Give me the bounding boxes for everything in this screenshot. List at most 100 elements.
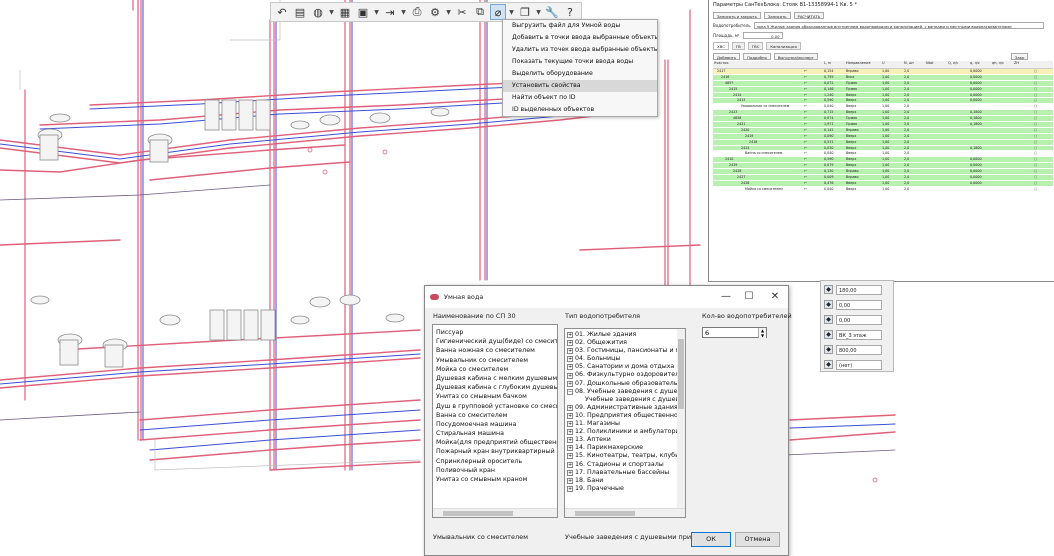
tab-hvs[interactable]: ХВС xyxy=(713,42,729,50)
expand-icon[interactable]: + xyxy=(567,469,573,476)
column-header[interactable] xyxy=(803,61,823,68)
column-header[interactable]: Направление xyxy=(845,61,881,68)
list-item[interactable]: Стиральная машина xyxy=(436,429,557,438)
property-value[interactable]: 0,00 xyxy=(836,299,882,310)
menu-item[interactable]: Удалить из точек ввода выбранные объекты xyxy=(503,44,657,56)
list-item[interactable]: Мойка(для предприятий общественного пита… xyxy=(436,438,557,447)
column-header[interactable]: Q, л/с xyxy=(947,61,969,68)
save-button[interactable]: Записать xyxy=(763,11,791,19)
column-header[interactable]: qh, л/с xyxy=(991,61,1013,68)
tree-item[interactable]: +16. Стадионы и спортзалы xyxy=(567,461,685,469)
list-item[interactable]: Писсуар xyxy=(436,328,557,337)
menu-item[interactable]: ID выделенных объектов xyxy=(503,104,657,116)
tree-item[interactable]: +17. Плавательные бассейны xyxy=(567,469,685,477)
row-checkbox[interactable]: ▢ xyxy=(1033,116,1051,121)
column-header[interactable]: ZH xyxy=(1013,61,1033,68)
property-value[interactable]: 180,00 xyxy=(836,284,882,295)
collapse-icon[interactable]: − xyxy=(567,388,573,395)
wrench-icon[interactable]: 🔧 xyxy=(544,4,560,20)
export-icon[interactable]: ⇥ xyxy=(382,4,398,20)
list-item[interactable]: Душевая кабина с глубоким душевым поддон… xyxy=(436,383,557,392)
tree-item[interactable]: +09. Административные здания xyxy=(567,404,685,412)
ok-button[interactable]: ОК xyxy=(691,532,731,547)
row-checkbox[interactable]: ▢ xyxy=(1033,93,1051,98)
row-checkbox[interactable]: ▢ xyxy=(1033,110,1051,115)
smart-water-dropdown-icon[interactable]: ▼ xyxy=(508,9,515,16)
expand-icon[interactable]: + xyxy=(567,340,573,347)
list-item[interactable]: Унитаз со смывным бачком xyxy=(436,392,557,401)
tree-item[interactable]: Учебные заведения с душевыми xyxy=(567,396,685,404)
row-checkbox[interactable]: ▢ xyxy=(1033,122,1051,127)
menu-item[interactable]: Выгрузить файл для Умной воды xyxy=(503,20,657,32)
tab-gv[interactable]: ГВ xyxy=(731,42,745,50)
globe-icon[interactable]: ◍ xyxy=(310,4,326,20)
window-dropdown-icon[interactable]: ▼ xyxy=(535,9,542,16)
tree-item[interactable]: +06. Физкультурно оздоровительные учрежд… xyxy=(567,371,685,379)
types-hscroll-thumb[interactable] xyxy=(575,511,635,516)
count-stepper[interactable]: 6 ▲ ▼ xyxy=(702,327,767,338)
list-item[interactable]: Спринклерный ороситель xyxy=(436,457,557,466)
area-field[interactable]: 0,00 xyxy=(742,31,783,39)
expand-icon[interactable]: + xyxy=(567,412,573,419)
save-icon[interactable]: ▣ xyxy=(355,4,371,20)
consumer-field[interactable]: зона 5 Жилые здания оборудованные внутре… xyxy=(753,21,1044,29)
tree-item[interactable]: +01. Жилые здания xyxy=(567,331,685,339)
list-item[interactable]: Унитаз со смывным краном xyxy=(436,475,557,484)
expand-icon[interactable]: + xyxy=(567,332,573,339)
list-item[interactable]: Пожарный кран внутриквартирный xyxy=(436,447,557,456)
property-value[interactable]: 800,00 xyxy=(836,344,882,355)
undo-icon[interactable]: ↶ xyxy=(274,4,290,20)
save-close-button[interactable]: Записать и закрыть xyxy=(713,11,761,19)
menu-item[interactable]: Найти объект по ID xyxy=(503,92,657,104)
expand-icon[interactable]: + xyxy=(567,461,573,468)
row-checkbox[interactable]: ▢ xyxy=(1033,128,1051,133)
calculate-button[interactable]: РАСЧИТАТЬ xyxy=(793,11,825,19)
expand-icon[interactable]: + xyxy=(567,477,573,484)
count-down-button[interactable]: ▼ xyxy=(758,333,766,338)
maximize-button[interactable]: ☐ xyxy=(742,290,756,304)
column-header[interactable] xyxy=(1033,61,1051,68)
fixtures-hscroll[interactable] xyxy=(433,508,557,517)
tree-item[interactable]: +19. Прачечные xyxy=(567,485,685,493)
row-checkbox[interactable]: ▢ xyxy=(1033,181,1051,186)
export-dropdown-icon[interactable]: ▼ xyxy=(400,9,407,16)
property-value[interactable]: (нет) xyxy=(836,359,882,370)
print-icon[interactable]: ⎙ xyxy=(409,4,425,20)
tree-item[interactable]: +03. Гостиницы, пансионаты и мотели xyxy=(567,347,685,355)
row-checkbox[interactable]: ▢ xyxy=(1033,134,1051,139)
save-dropdown-icon[interactable]: ▼ xyxy=(373,9,380,16)
close-button[interactable]: Закр xyxy=(1010,52,1029,60)
menu-item[interactable]: Выделить оборудование xyxy=(503,68,657,80)
row-checkbox[interactable]: ▢ xyxy=(1033,104,1051,109)
menu-item[interactable]: Показать текущие точки ввода воды xyxy=(503,56,657,68)
row-checkbox[interactable]: ▢ xyxy=(1033,98,1051,103)
row-checkbox[interactable]: ▢ xyxy=(1033,87,1051,92)
table-row[interactable]: Мойка со смесителем ↵ 0,040 Вверх 1,00 2,0 ▢ xyxy=(713,186,1053,193)
column-header[interactable]: Ntot xyxy=(925,61,947,68)
row-checkbox[interactable]: ▢ xyxy=(1033,163,1051,168)
export-button[interactable]: Выгрузка/экспорт xyxy=(773,52,818,60)
types-hscroll[interactable] xyxy=(565,508,685,517)
close-button[interactable]: ✕ xyxy=(768,290,782,304)
row-checkbox[interactable]: ▢ xyxy=(1033,151,1051,156)
expand-icon[interactable]: + xyxy=(567,421,573,428)
window-icon[interactable]: ❐ xyxy=(517,4,533,20)
row-checkbox[interactable]: ▢ xyxy=(1033,157,1051,162)
row-checkbox[interactable]: ▢ xyxy=(1033,175,1051,180)
column-header[interactable]: Участок xyxy=(713,61,803,68)
row-checkbox[interactable]: ▢ xyxy=(1033,187,1051,192)
tab-sewage[interactable]: Канализация xyxy=(766,42,801,50)
column-header[interactable]: q, л/с xyxy=(969,61,991,68)
list-item[interactable]: Ванна со смесителем xyxy=(436,411,557,420)
tree-item[interactable]: +12. Поликлиники и амбулатории xyxy=(567,428,685,436)
list-item[interactable]: Посудомоечная машина xyxy=(436,420,557,429)
tree-item[interactable]: +04. Больницы xyxy=(567,355,685,363)
tree-item[interactable]: +07. Дошкольные образовательные учрежден… xyxy=(567,380,685,388)
column-header[interactable]: N, шт xyxy=(903,61,925,68)
property-value[interactable]: ВК_3 этаж xyxy=(836,329,882,340)
expand-icon[interactable]: + xyxy=(567,348,573,355)
list-item[interactable]: Поливочный кран xyxy=(436,466,557,475)
types-tree[interactable]: +01. Жилые здания +02. Общежития +03. Гост… xyxy=(564,328,686,518)
row-checkbox[interactable]: ▢ xyxy=(1033,75,1051,80)
types-vscroll-thumb[interactable] xyxy=(678,339,684,409)
